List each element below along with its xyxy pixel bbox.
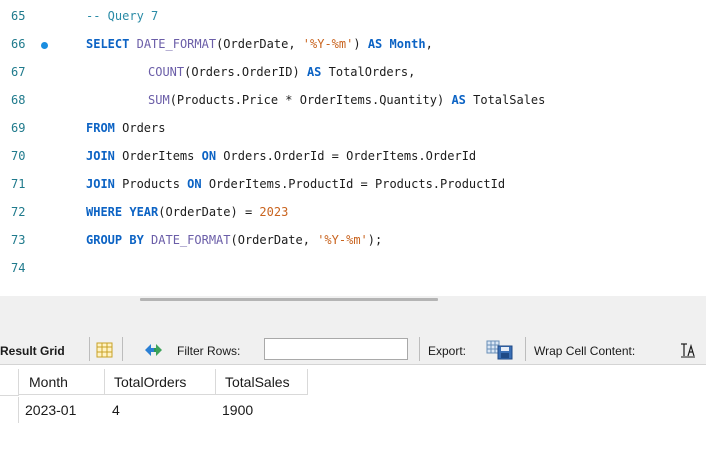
toolbar-separator [525,337,526,361]
code-fragment: Orders [114,121,166,135]
keyword: YEAR [122,205,159,219]
code-line[interactable]: 66 SELECT DATE_FORMAT(OrderDate, '%Y-%m'… [0,35,706,57]
toolbar-separator [122,337,123,361]
grid-header-row: Month TotalOrders TotalSales [0,369,706,396]
breakpoint-dot-icon[interactable] [41,42,48,49]
code-line[interactable]: 70 JOIN OrderItems ON Orders.OrderId = O… [0,147,706,169]
line-number: 73 [11,233,26,247]
refresh-arrows-icon[interactable] [142,341,164,359]
code-fragment: (OrderDate, [230,233,318,247]
line-number: 74 [11,261,26,275]
code-fragment: OrderItems [114,149,202,163]
code-text: JOIN Products ON OrderItems.ProductId = … [86,177,505,191]
string-literal: '%Y-%m' [317,233,368,247]
toolbar-separator [419,337,420,361]
keyword: AS [367,37,383,51]
cell-month[interactable]: 2023-01 [19,397,105,423]
line-number: 69 [11,121,26,135]
code-line[interactable]: 69 FROM Orders [0,119,706,141]
function-name: COUNT [148,65,185,79]
cell-totalorders[interactable]: 4 [105,397,216,423]
line-number: 70 [11,149,26,163]
filter-rows-input[interactable] [264,338,408,360]
toolbar-separator [89,337,90,361]
wrap-cell-content-label: Wrap Cell Content: [534,344,636,358]
function-name: DATE_FORMAT [136,37,217,51]
keyword: ON [187,177,202,191]
code-line[interactable]: 65 -- Query 7 [0,7,706,29]
function-name: SUM [148,93,170,107]
result-grid-tab[interactable]: Result Grid [0,344,65,358]
code-fragment: (Orders.OrderID) [184,65,307,79]
column-header-month[interactable]: Month [19,369,105,395]
code-text: SUM(Products.Price * OrderItems.Quantity… [148,93,545,107]
line-number: 65 [11,9,26,23]
keyword: FROM [86,121,115,135]
code-text: COUNT(Orders.OrderID) AS TotalOrders, [148,65,415,79]
code-fragment: OrderItems.ProductId = Products.ProductI… [201,177,506,191]
code-text: GROUP BY DATE_FORMAT(OrderDate, '%Y-%m')… [86,233,382,247]
code-line[interactable]: 72 WHERE YEAR(OrderDate) = 2023 [0,203,706,225]
code-fragment: TotalOrders, [321,65,416,79]
panel-splitter[interactable] [0,296,706,304]
wrap-text-icon[interactable] [679,342,697,358]
code-fragment: Products [114,177,188,191]
number-literal: 2023 [259,205,289,219]
keyword: GROUP BY [86,233,144,247]
export-icon[interactable] [486,340,516,360]
keyword: AS [451,93,466,107]
splitter-handle[interactable] [140,298,438,301]
code-text: SELECT DATE_FORMAT(OrderDate, '%Y-%m') A… [86,37,433,51]
code-fragment: TotalSales [465,93,546,107]
keyword: Month [389,37,426,51]
code-text: -- Query 7 [86,9,158,23]
cell-totalsales[interactable]: 1900 [216,397,308,423]
code-text: JOIN OrderItems ON Orders.OrderId = Orde… [86,149,476,163]
code-line[interactable]: 74 [0,259,706,281]
code-fragment: (OrderDate) = [158,205,260,219]
filter-rows-label: Filter Rows: [177,344,241,358]
code-fragment: ); [367,233,383,247]
line-number: 71 [11,177,26,191]
code-line[interactable]: 67 COUNT(Orders.OrderID) AS TotalOrders, [0,63,706,85]
line-number: 72 [11,205,26,219]
grid-layout-icon[interactable] [96,342,114,358]
row-header-corner[interactable] [0,369,19,396]
code-fragment: Orders.OrderId = OrderItems.OrderId [216,149,477,163]
row-header[interactable] [0,397,19,423]
result-toolbar: Result Grid Filter Rows: Export: Wrap Ce… [0,304,706,365]
function-name: DATE_FORMAT [143,233,231,247]
comment: -- Query 7 [86,9,159,23]
line-number: 67 [11,65,26,79]
code-fragment: ) [353,37,368,51]
string-literal: '%Y-%m' [302,37,354,51]
code-fragment: (OrderDate, [216,37,303,51]
keyword: WHERE [86,205,123,219]
keyword: JOIN [86,149,115,163]
code-text: FROM Orders [86,121,165,135]
keyword: JOIN [86,177,115,191]
line-number: 68 [11,93,26,107]
sql-editor[interactable]: 65 -- Query 7 66 SELECT DATE_FORMAT(Orde… [0,0,706,296]
export-label: Export: [428,344,467,358]
code-line[interactable]: 68 SUM(Products.Price * OrderItems.Quant… [0,91,706,113]
keyword: ON [201,149,217,163]
table-row[interactable]: 2023-01 4 1900 [0,397,706,423]
column-header-totalorders[interactable]: TotalOrders [105,369,216,395]
keyword: AS [306,65,322,79]
column-header-totalsales[interactable]: TotalSales [216,369,308,395]
code-line[interactable]: 73 GROUP BY DATE_FORMAT(OrderDate, '%Y-%… [0,231,706,253]
code-fragment: , [425,37,433,51]
code-text: WHERE YEAR(OrderDate) = 2023 [86,205,288,219]
keyword: SELECT [86,37,130,51]
code-fragment: (Products.Price * OrderItems.Quantity) [169,93,452,107]
line-number: 66 [11,37,26,51]
code-line[interactable]: 71 JOIN Products ON OrderItems.ProductId… [0,175,706,197]
